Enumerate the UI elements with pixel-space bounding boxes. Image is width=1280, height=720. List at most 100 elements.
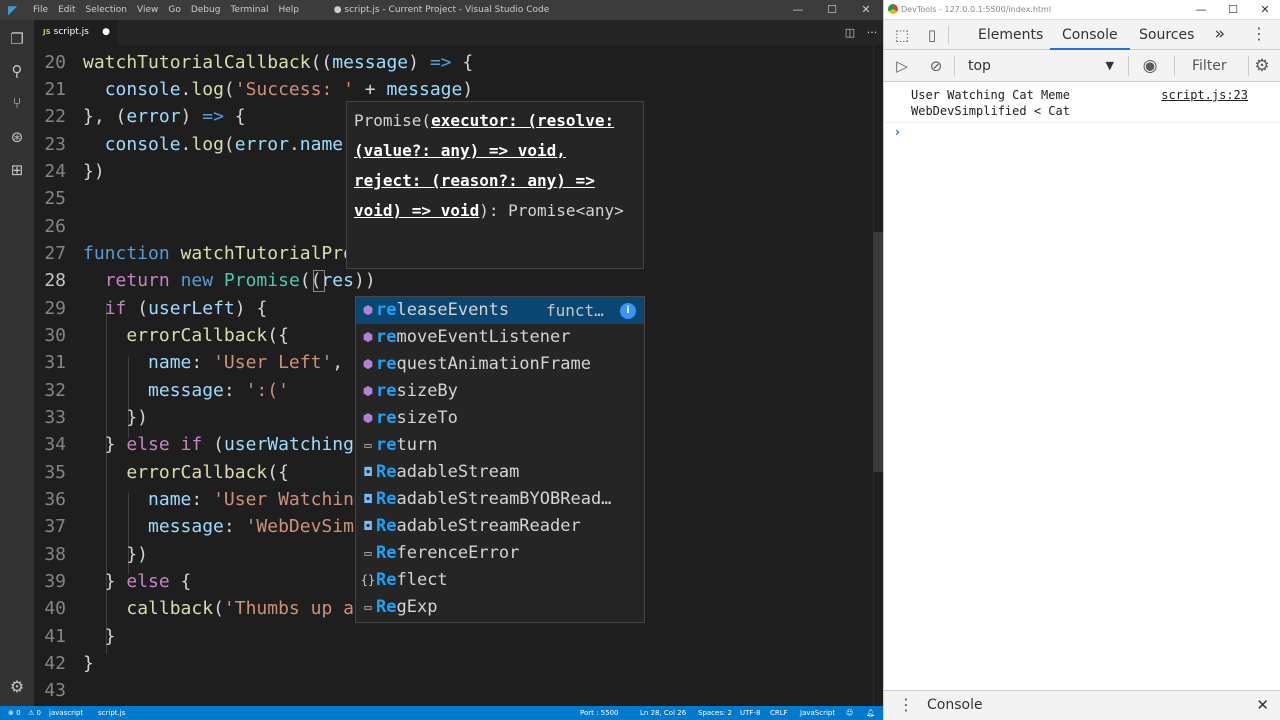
suggestion-item[interactable]: {} Reflect: [356, 567, 644, 594]
filter-input[interactable]: [1192, 56, 1244, 76]
hint-suffix: ): Promise<any>: [479, 201, 624, 220]
extensions-icon[interactable]: ⊞: [0, 153, 34, 187]
inspect-element-icon[interactable]: ⬚: [892, 25, 912, 45]
explorer-icon[interactable]: ❐: [0, 22, 34, 56]
suggestion-detail: funct…: [546, 301, 604, 320]
unsaved-dot-icon[interactable]: ●: [102, 20, 110, 45]
editor-tab-bar: JS script.js ● ◫ ···: [34, 20, 883, 45]
code-line: 21 console.log('Success: ' + message): [44, 79, 474, 100]
suggestion-rest: turn: [396, 435, 438, 455]
hint-prefix: Promise(: [354, 111, 432, 130]
status-spaces[interactable]: Spaces: 2: [698, 706, 732, 720]
drawer-close-icon[interactable]: ✕: [1256, 691, 1269, 719]
menu-edit[interactable]: Edit: [53, 0, 80, 20]
menu-view[interactable]: View: [132, 0, 163, 20]
suggestion-rest: sizeBy: [396, 381, 458, 401]
minimize-icon[interactable]: —: [781, 0, 815, 20]
console-settings-gear-icon[interactable]: ⚙: [1252, 56, 1272, 76]
menu-help[interactable]: Help: [273, 0, 304, 20]
toolbar-divider: [1174, 56, 1175, 76]
menu-debug[interactable]: Debug: [186, 0, 226, 20]
close-icon[interactable]: ✕: [849, 0, 883, 20]
drawer-tab-console[interactable]: Console: [927, 691, 983, 719]
status-eol[interactable]: CRLF: [770, 706, 788, 720]
split-editor-icon[interactable]: ◫: [839, 20, 861, 45]
suggestion-item[interactable]: ⬢ resizeBy: [356, 378, 644, 405]
settings-gear-icon[interactable]: ⚙: [0, 670, 34, 704]
suggestion-match: re: [376, 327, 397, 347]
suggestion-match: re: [376, 381, 397, 401]
search-icon[interactable]: ⚲: [0, 54, 34, 88]
suggestion-item[interactable]: ▭ RegExp: [356, 594, 644, 621]
devtools-window-controls: — ☐ ✕: [1185, 0, 1280, 20]
menu-terminal[interactable]: Terminal: [225, 0, 273, 20]
status-file-crumb[interactable]: script.js: [98, 706, 125, 720]
suggestion-match: re: [376, 435, 397, 455]
suggestion-item[interactable]: ▭ ReferenceError: [356, 540, 644, 567]
clear-console-icon[interactable]: ⊘: [926, 56, 946, 76]
status-errors[interactable]: ⊗ 0: [8, 706, 21, 720]
eye-icon[interactable]: ◉: [1140, 56, 1160, 76]
suggestion-item[interactable]: ◘ ReadableStreamBYOBRead…: [356, 486, 644, 513]
drawer-menu-icon[interactable]: ⋮: [898, 691, 914, 719]
window-controls: — ☐ ✕: [781, 0, 883, 20]
suggestion-rest: moveEventListener: [396, 327, 571, 347]
maximize-icon[interactable]: ☐: [1217, 0, 1249, 20]
menu-go[interactable]: Go: [163, 0, 185, 20]
info-icon[interactable]: i: [620, 303, 636, 319]
devtools-menu-icon[interactable]: ⋮: [1251, 20, 1267, 48]
maximize-icon[interactable]: ☐: [815, 0, 849, 20]
device-toolbar-icon[interactable]: ▯: [922, 25, 942, 45]
suggestion-item[interactable]: ⬢ releaseEvents funct… i: [356, 297, 644, 324]
suggestion-item[interactable]: ⬢ resizeTo: [356, 405, 644, 432]
feedback-smiley-icon[interactable]: ☺: [846, 706, 853, 720]
tab-elements[interactable]: Elements: [978, 20, 1043, 50]
class-icon: ▭: [364, 600, 372, 614]
status-warnings[interactable]: ⚠ 0: [28, 706, 41, 720]
debug-icon[interactable]: ⊛: [0, 120, 34, 154]
context-selector[interactable]: top ▼: [960, 55, 1120, 77]
notifications-bell-icon[interactable]: 🔔︎: [866, 706, 875, 720]
suggestion-rest: questAnimationFrame: [396, 354, 591, 374]
status-language[interactable]: JavaScript: [800, 706, 835, 720]
suggestion-item[interactable]: ⬢ requestAnimationFrame: [356, 351, 644, 378]
menu-selection[interactable]: Selection: [81, 0, 132, 20]
suggestion-rest: ferenceError: [396, 543, 520, 563]
code-line: 42}: [44, 653, 94, 674]
suggestion-item[interactable]: ▭ return: [356, 432, 644, 459]
status-language-crumb[interactable]: javascript: [49, 706, 83, 720]
status-bar: ⊗ 0 ⚠ 0 javascript script.js Port : 5500…: [0, 706, 883, 720]
tab-sources[interactable]: Sources: [1139, 20, 1194, 50]
console-toolbar: ▷ ⊘ top ▼ ◉ ⚙: [884, 50, 1280, 82]
suggestion-item[interactable]: ◘ ReadableStreamReader: [356, 513, 644, 540]
more-actions-icon[interactable]: ···: [861, 20, 883, 45]
toolbar-divider: [954, 56, 955, 76]
tab-console[interactable]: Console: [1050, 20, 1130, 50]
source-control-icon[interactable]: ⑂: [0, 86, 34, 120]
editor-actions: ◫ ···: [839, 20, 883, 45]
variable-icon: ◘: [364, 465, 372, 479]
chrome-logo-icon: [888, 4, 898, 14]
console-prompt-chevron-icon[interactable]: ›: [895, 125, 900, 139]
minimize-icon[interactable]: —: [1185, 0, 1217, 20]
suggestion-item[interactable]: ⬢ removeEventListener: [356, 324, 644, 351]
close-icon[interactable]: ✕: [1249, 0, 1280, 20]
suggestion-rest: adableStreamBYOBRead…: [396, 489, 612, 509]
method-cube-icon: ⬢: [362, 357, 374, 371]
suggestion-item[interactable]: ◘ ReadableStream: [356, 459, 644, 486]
suggestion-rest: adableStream: [396, 462, 520, 482]
more-tabs-icon[interactable]: »: [1215, 20, 1225, 48]
toolbar-divider: [1248, 56, 1249, 76]
parameter-hint: Promise(executor: (resolve: (value?: any…: [346, 101, 644, 269]
show-sidebar-icon[interactable]: ▷: [892, 56, 912, 76]
source-link[interactable]: script.js:23: [1161, 88, 1248, 102]
menu-file[interactable]: File: [28, 0, 53, 20]
suggestion-match: re: [376, 354, 397, 374]
editor-scrollbar-thumb[interactable]: [873, 232, 883, 472]
status-position[interactable]: Ln 28, Col 26: [640, 706, 686, 720]
console-message-line: WebDevSimplified < Cat: [911, 104, 1070, 118]
status-port[interactable]: Port : 5500: [580, 706, 619, 720]
tab-script-js[interactable]: JS script.js ●: [34, 20, 118, 45]
status-encoding[interactable]: UTF-8: [740, 706, 760, 720]
module-braces-icon: {}: [360, 573, 376, 587]
